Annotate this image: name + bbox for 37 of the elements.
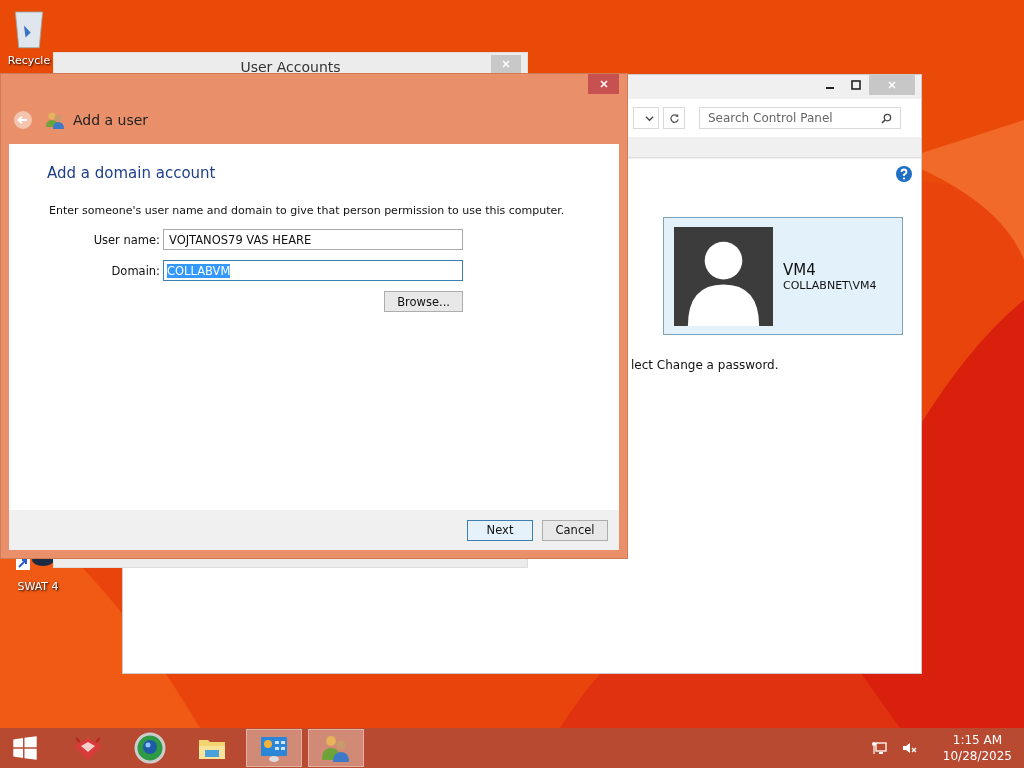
muted-speaker-icon[interactable] [900,740,917,756]
dialog-heading: Add a domain account [47,164,217,182]
instruction-text: Enter someone's user name and domain to give that person permission to use this computer. [49,204,565,217]
close-icon [598,79,609,89]
search-icon [881,112,892,124]
back-button[interactable] [13,109,33,130]
taskbar-users-button[interactable] [308,729,364,767]
refresh-button[interactable] [663,107,685,129]
refresh-icon [668,112,680,124]
close-icon [501,59,511,69]
clock[interactable]: 1:15 AM 10/28/2025 [942,732,1012,764]
instruction-text: lect Change a password. [631,358,779,372]
maximize-icon [851,80,861,90]
taskbar-control-panel-button[interactable] [246,729,302,767]
help-icon[interactable] [896,166,912,182]
user-avatar-icon [674,226,773,326]
dialog-title: Add a user [73,111,149,128]
cancel-button[interactable]: Cancel [542,519,608,541]
address-bar[interactable] [633,107,659,129]
globe-icon [134,732,166,764]
field-label: Domain: [110,263,160,278]
minimize-icon [826,87,834,89]
account-name: VM4 [783,260,817,279]
close-button[interactable] [588,74,619,94]
close-icon [887,80,897,90]
search-field[interactable]: Search Control Panel [699,107,901,129]
windows-logo-icon [12,735,38,761]
dropdown-caret-icon [645,113,654,123]
browse-button[interactable]: Browse... [384,291,463,312]
account-domain: COLLABNET\VM4 [783,278,877,292]
field-label: User name: [92,232,160,247]
account-card[interactable]: VM4 COLLABNET\VM4 [663,217,903,335]
next-button[interactable]: Next [467,519,533,541]
window-title: User Accounts [239,59,342,75]
input-field[interactable]: VOJTANOS79 VAS HEARE [163,229,463,250]
desktop-icon-label[interactable]: Recycle [7,54,51,67]
network-icon[interactable] [870,740,887,756]
